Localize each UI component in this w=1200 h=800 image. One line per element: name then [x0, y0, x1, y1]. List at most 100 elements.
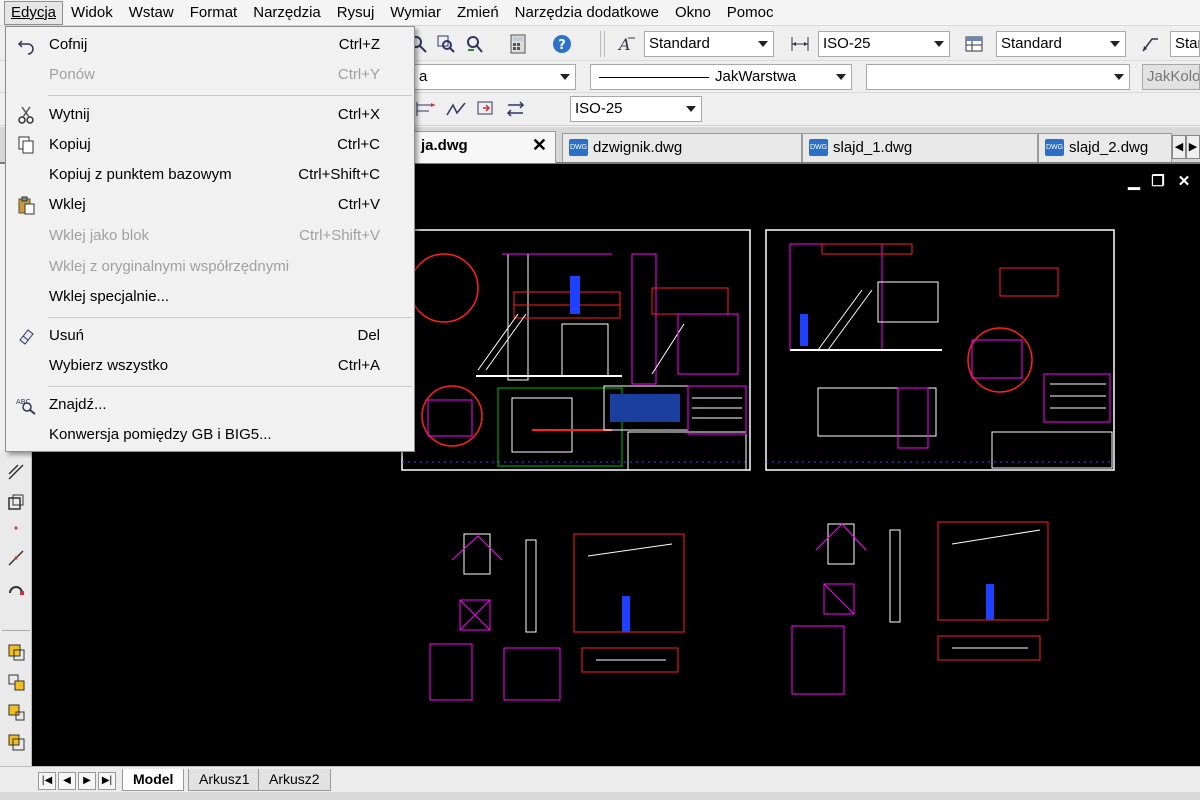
- calculator-icon[interactable]: [506, 32, 530, 56]
- find-icon: ABC: [14, 393, 38, 417]
- text-style-icon[interactable]: A: [614, 32, 638, 56]
- xline-icon[interactable]: [4, 546, 28, 570]
- tab-arkusz2[interactable]: Arkusz2: [258, 769, 331, 791]
- menu-bar: Edycja Widok Wstaw Format Narzędzia Rysu…: [0, 0, 1200, 26]
- paste-icon: [14, 193, 38, 217]
- close-icon[interactable]: ✕: [532, 132, 547, 159]
- offset-object-icon[interactable]: [4, 730, 28, 754]
- multileader-style-icon[interactable]: [1138, 32, 1162, 56]
- dimension-style-select[interactable]: ISO-25: [818, 31, 950, 57]
- linetype-select[interactable]: JakWarstwa: [590, 64, 852, 90]
- menu-format[interactable]: Format: [182, 1, 246, 25]
- restore-icon[interactable]: ❐: [1148, 172, 1168, 190]
- tab-scroll-left-icon[interactable]: ◀: [1172, 135, 1186, 159]
- dim-style-value-2: ISO-25: [575, 100, 623, 117]
- chevron-down-icon: [836, 74, 846, 80]
- dwg-file-icon: DWG: [1045, 139, 1064, 156]
- menu-item-ponow[interactable]: Ponów Ctrl+Y: [6, 61, 414, 89]
- dwg-file-icon: DWG: [569, 139, 588, 156]
- menu-item-wytnij[interactable]: Wytnij Ctrl+X: [6, 101, 414, 129]
- tab-dzwignik-dwg[interactable]: DWG dzwignik.dwg: [562, 133, 802, 162]
- lineweight-select[interactable]: JakKolo: [1142, 64, 1200, 90]
- dim-continue-icon[interactable]: [444, 97, 468, 121]
- close-drawing-icon[interactable]: ✕: [1174, 172, 1194, 190]
- menu-narzedzia-dodatkowe[interactable]: Narzędzia dodatkowe: [507, 1, 667, 25]
- text-style-select[interactable]: Standard: [644, 31, 774, 57]
- svg-text:?: ?: [558, 38, 566, 53]
- last-layout-icon[interactable]: ▶|: [98, 772, 116, 790]
- chevron-down-icon: [1114, 74, 1124, 80]
- menu-separator: [48, 317, 412, 318]
- help-icon[interactable]: ?: [550, 32, 574, 56]
- chevron-down-icon: [1110, 41, 1120, 47]
- menu-item-kopiuj[interactable]: Kopiuj Ctrl+C: [6, 131, 414, 159]
- minimize-icon[interactable]: ▁: [1124, 172, 1144, 190]
- eraser-icon: [14, 324, 38, 348]
- menu-item-wklej[interactable]: Wklej Ctrl+V: [6, 191, 414, 219]
- dwg-file-icon: DWG: [809, 139, 828, 156]
- prev-layout-icon[interactable]: ◀: [58, 772, 76, 790]
- scissors-icon: [14, 103, 38, 127]
- tab-arkusz1[interactable]: Arkusz1: [188, 769, 261, 791]
- menu-narzedzia[interactable]: Narzędzia: [245, 1, 329, 25]
- lineweight-value: JakKolo: [1147, 68, 1200, 85]
- menu-wstaw[interactable]: Wstaw: [121, 1, 182, 25]
- menu-item-wklej-jako-blok[interactable]: Wklej jako blok Ctrl+Shift+V: [6, 222, 414, 250]
- zoom-window-icon[interactable]: [434, 32, 458, 56]
- dim-style-select-2[interactable]: ISO-25: [570, 96, 702, 122]
- menu-item-wklej-specjalnie[interactable]: Wklej specjalnie...: [6, 283, 414, 311]
- zoom-previous-icon[interactable]: [462, 32, 486, 56]
- dim-update-icon[interactable]: [474, 97, 498, 121]
- chevron-down-icon: [758, 41, 768, 47]
- menu-rysuj[interactable]: Rysuj: [329, 1, 383, 25]
- table-style-value: Standard: [1001, 35, 1062, 52]
- chevron-down-icon: [560, 74, 570, 80]
- color-select[interactable]: [866, 64, 1130, 90]
- tab-label: slajd_2.dwg: [1069, 139, 1149, 156]
- multileader-style-select[interactable]: Stan: [1170, 31, 1200, 57]
- text-style-value: Standard: [649, 35, 710, 52]
- menu-widok[interactable]: Widok: [63, 1, 121, 25]
- linetype-value: JakWarstwa: [715, 68, 797, 85]
- menu-item-konwersja-gb-big5[interactable]: Konwersja pomiędzy GB i BIG5...: [6, 421, 414, 449]
- menu-edycja[interactable]: Edycja: [4, 0, 64, 25]
- dimension-style-icon[interactable]: [788, 32, 812, 56]
- menu-zmien[interactable]: Zmień: [449, 1, 507, 25]
- tab-slajd-1-dwg[interactable]: DWG slajd_1.dwg: [802, 133, 1038, 162]
- menu-item-cofnij[interactable]: Cofnij Ctrl+Z: [6, 31, 414, 59]
- status-bar: [0, 792, 1200, 800]
- menu-item-wklej-z-oryginalnymi-wspolrzednymi[interactable]: Wklej z oryginalnymi współrzędnymi: [6, 253, 414, 281]
- point-icon[interactable]: [4, 516, 28, 540]
- first-layout-icon[interactable]: |◀: [38, 772, 56, 790]
- tab-slajd-2-dwg[interactable]: DWG slajd_2.dwg: [1038, 133, 1172, 162]
- menu-item-wybierz-wszystko[interactable]: Wybierz wszystko Ctrl+A: [6, 352, 414, 380]
- menu-item-kopiuj-z-punktem-bazowym[interactable]: Kopiuj z punktem bazowym Ctrl+Shift+C: [6, 161, 414, 189]
- line-icon[interactable]: [4, 460, 28, 484]
- undo-icon: [14, 33, 38, 57]
- mirror-object-icon[interactable]: [4, 700, 28, 724]
- chevron-down-icon: [934, 41, 944, 47]
- menu-okno[interactable]: Okno: [667, 1, 719, 25]
- menu-item-usun[interactable]: Usuń Del: [6, 322, 414, 350]
- copy-object-icon[interactable]: [4, 640, 28, 664]
- arc-icon[interactable]: [4, 576, 28, 600]
- menu-separator: [48, 95, 412, 96]
- tab-ja-dwg[interactable]: ja.dwg ✕: [404, 131, 556, 163]
- menu-wymiar[interactable]: Wymiar: [382, 1, 449, 25]
- tab-model[interactable]: Model: [122, 769, 185, 791]
- dim-edit-icon[interactable]: [504, 97, 528, 121]
- multileader-style-value: Stan: [1175, 35, 1199, 52]
- move-object-icon[interactable]: [4, 670, 28, 694]
- tab-scroll-right-icon[interactable]: ▶: [1186, 135, 1200, 159]
- menu-pomoc[interactable]: Pomoc: [719, 1, 782, 25]
- dimension-style-value: ISO-25: [823, 35, 871, 52]
- polygon-icon[interactable]: [4, 490, 28, 514]
- layer-select[interactable]: a: [414, 64, 576, 90]
- dim-baseline-icon[interactable]: [414, 97, 438, 121]
- menu-separator: [48, 386, 412, 387]
- draw-toolbar: [0, 450, 32, 766]
- table-style-icon[interactable]: [962, 32, 986, 56]
- next-layout-icon[interactable]: ▶: [78, 772, 96, 790]
- table-style-select[interactable]: Standard: [996, 31, 1126, 57]
- menu-item-znajdz[interactable]: ABC Znajdź...: [6, 391, 414, 419]
